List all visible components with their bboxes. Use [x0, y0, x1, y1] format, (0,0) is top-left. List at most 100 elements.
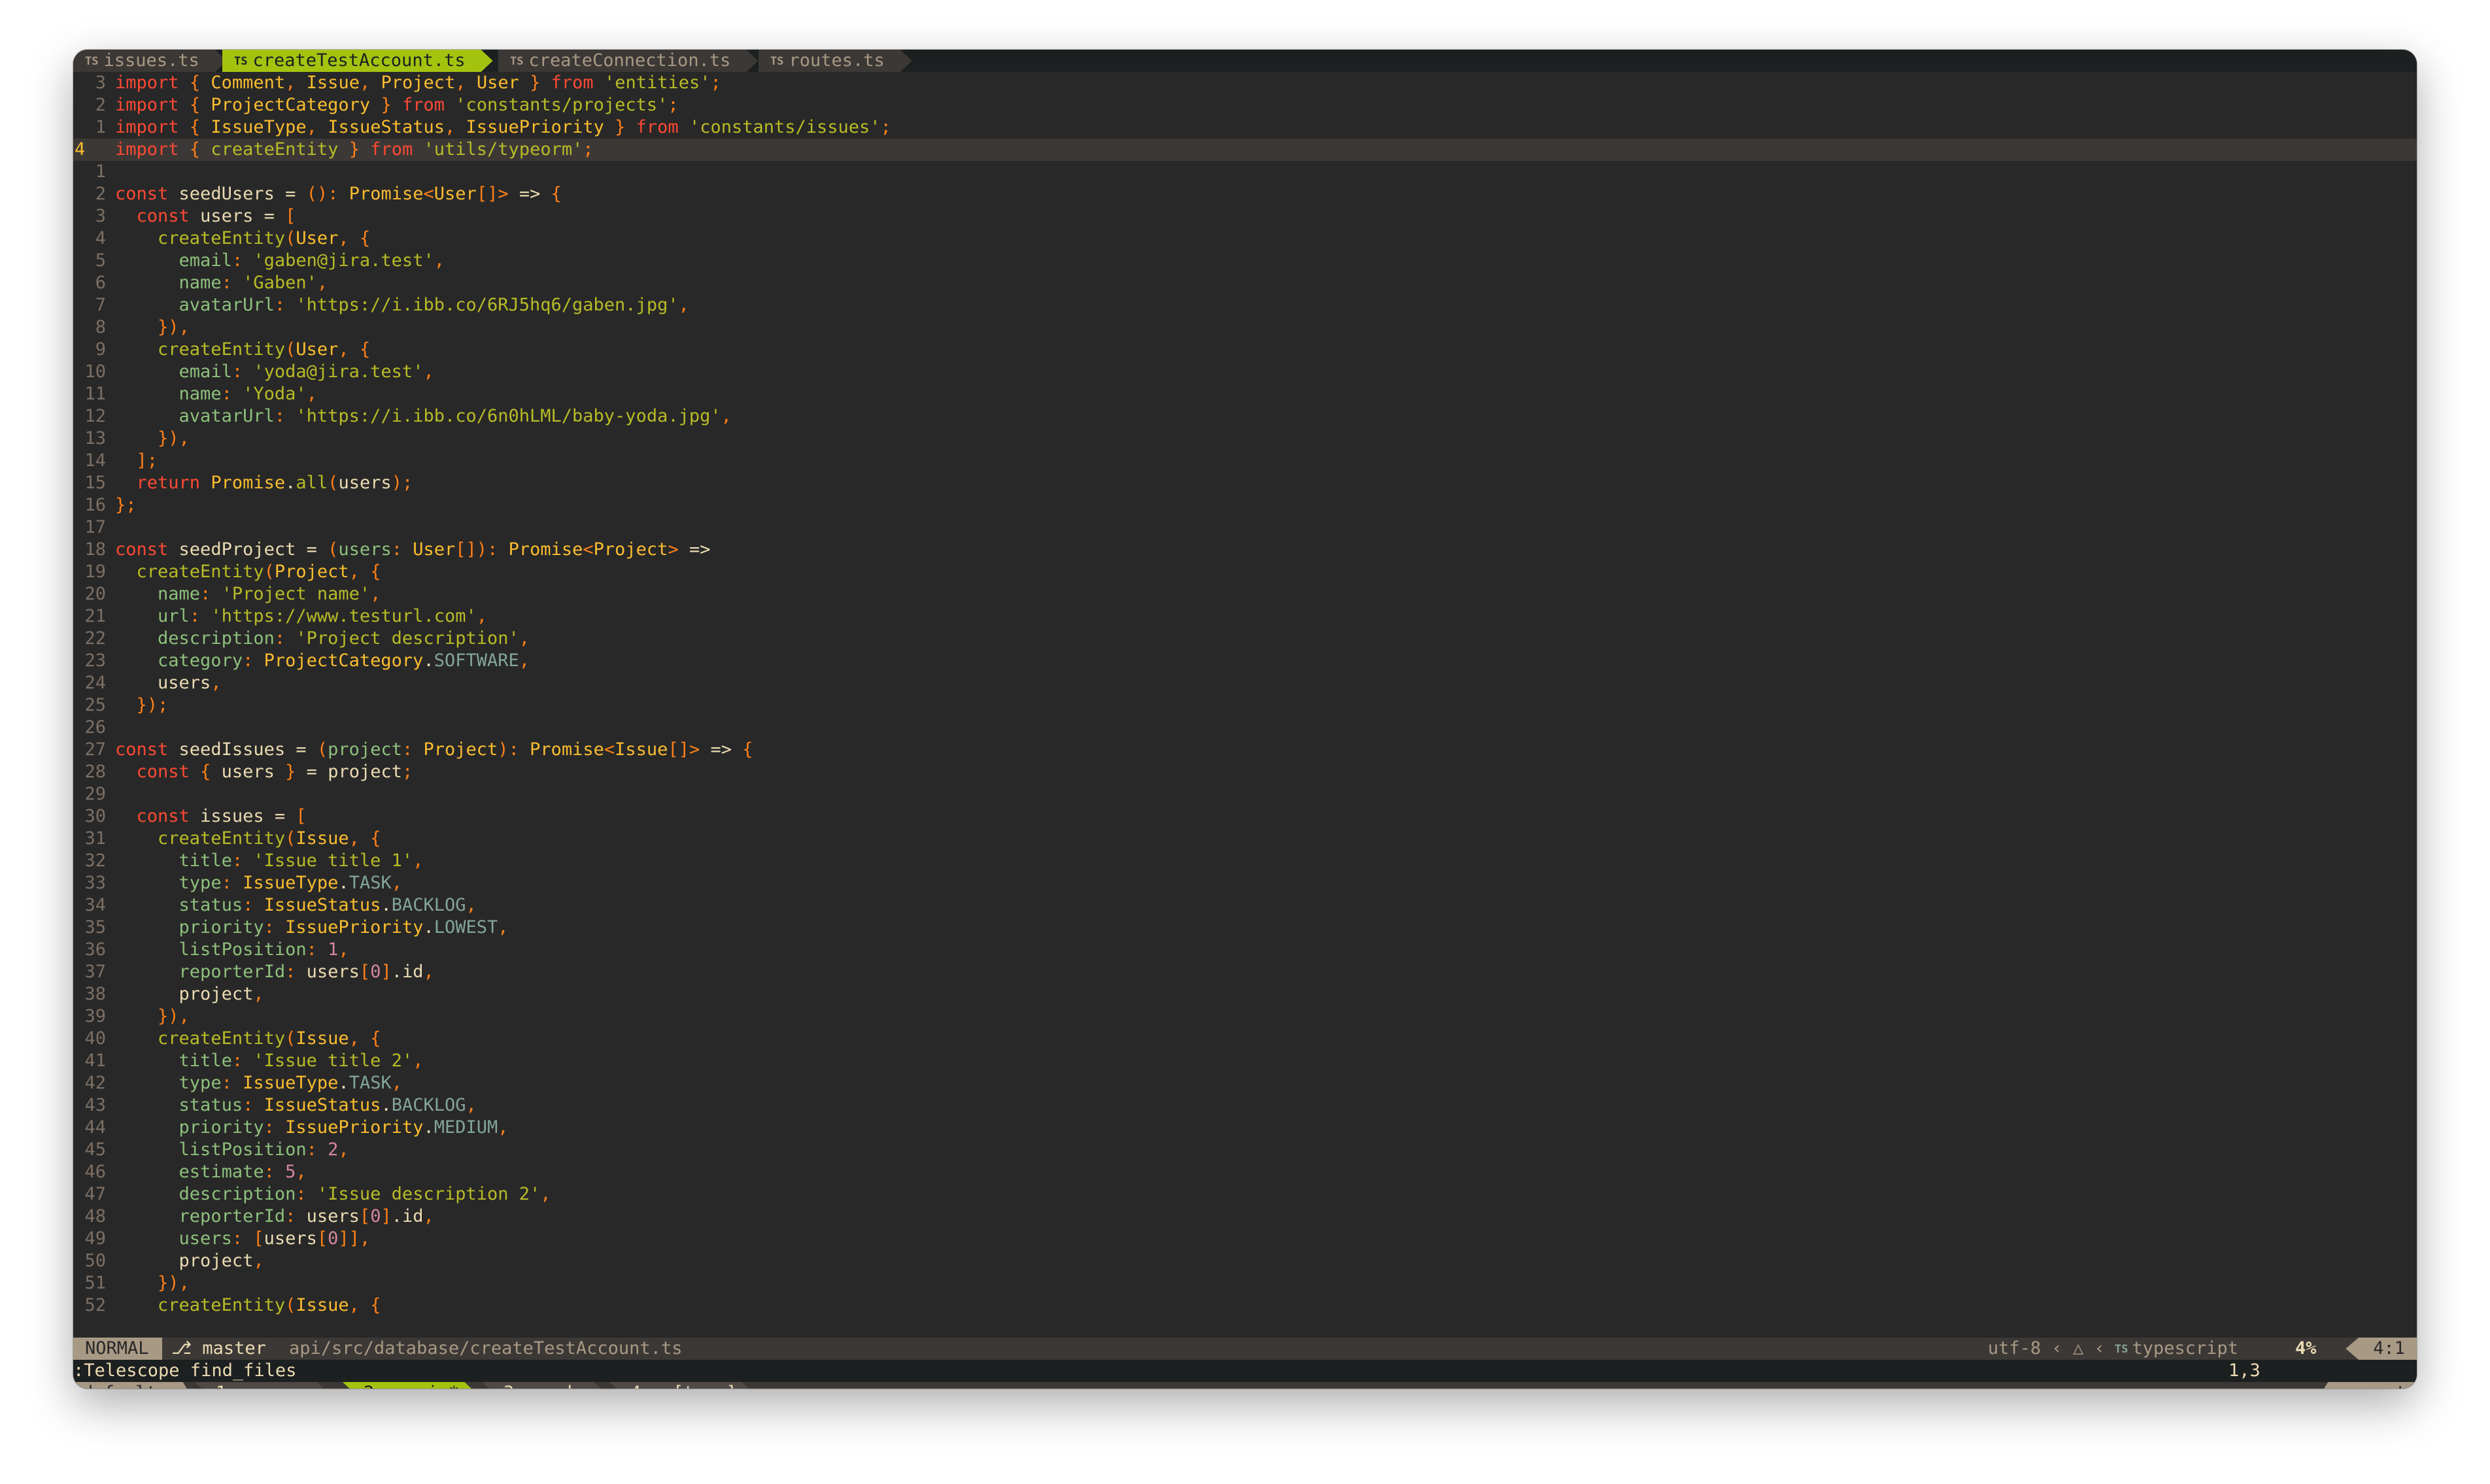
code-line[interactable]: 11 name: 'Yoda', — [73, 383, 2417, 405]
filetype-label: typescript — [2132, 1338, 2239, 1358]
code-line[interactable]: 2 import { ProjectCategory } from 'consta… — [73, 94, 2417, 116]
code-line[interactable]: 37 reporterId: users[0].id, — [73, 961, 2417, 983]
code-line[interactable]: 19 createEntity(Project, { — [73, 561, 2417, 583]
line-text: url: 'https://www.testurl.com', — [158, 606, 487, 626]
line-text: import { IssueType, IssueStatus, IssuePr… — [115, 117, 891, 137]
code-line[interactable]: 3 const users = [ — [73, 205, 2417, 228]
code-line[interactable]: 13 }), — [73, 428, 2417, 450]
tab-issues[interactable]: TS issues.ts — [73, 50, 227, 72]
code-line[interactable]: 33 type: IssueType.TASK, — [73, 872, 2417, 894]
line-number: 15 — [84, 473, 106, 493]
line-number: 24 — [84, 673, 106, 693]
tmux-window-1[interactable]: 1 › procs — [195, 1382, 328, 1389]
code-line[interactable]: 5 email: 'gaben@jira.test', — [73, 250, 2417, 272]
tab-createconnection[interactable]: TS createConnection.ts — [498, 50, 758, 72]
code-line[interactable]: 45 listPosition: 2, — [73, 1139, 2417, 1161]
code-line[interactable]: 24 users, — [73, 672, 2417, 694]
code-line[interactable]: 26 — [73, 717, 2417, 739]
tab-createtestaccount[interactable]: TS createTestAccount.ts — [222, 50, 493, 72]
code-line[interactable]: 28 const { users } = project; — [73, 761, 2417, 783]
filetype-indicator: TS typescript — [2115, 1338, 2238, 1360]
code-line[interactable]: 52 createEntity(Issue, { — [73, 1294, 2417, 1317]
window-index: 4 — [630, 1383, 641, 1389]
line-number: 17 — [84, 517, 106, 537]
code-line[interactable]: 4 createEntity(User, { — [73, 228, 2417, 250]
window-name: procs — [258, 1383, 311, 1389]
code-line[interactable]: 22 description: 'Project description', — [73, 628, 2417, 650]
line-number: 27 — [84, 739, 106, 760]
command-line[interactable]: :Telescope find_files 1,3 — [73, 1360, 2417, 1382]
line-text: createEntity(Issue, { — [158, 1295, 381, 1315]
line-text: description: 'Issue description 2', — [179, 1184, 551, 1204]
code-line[interactable]: 44 priority: IssuePriority.MEDIUM, — [73, 1117, 2417, 1139]
tab-label: createTestAccount.ts — [252, 50, 466, 71]
tmux-window-4[interactable]: 4 › [tmux] — [609, 1382, 754, 1389]
line-text: status: IssueStatus.BACKLOG, — [179, 895, 477, 915]
code-line[interactable]: 20 name: 'Project name', — [73, 583, 2417, 605]
code-line[interactable]: 46 estimate: 5, — [73, 1161, 2417, 1183]
code-line[interactable]: 23 category: ProjectCategory.SOFTWARE, — [73, 650, 2417, 672]
code-line[interactable]: 35 priority: IssuePriority.LOWEST, — [73, 917, 2417, 939]
code-line[interactable]: 29 — [73, 783, 2417, 805]
code-line[interactable]: 14 ]; — [73, 450, 2417, 472]
code-line[interactable]: 25 }); — [73, 694, 2417, 717]
code-line[interactable]: 21 url: 'https://www.testurl.com', — [73, 605, 2417, 628]
code-line[interactable]: 40 createEntity(Issue, { — [73, 1028, 2417, 1050]
tmux-window-3[interactable]: 3 › zsh- — [483, 1382, 605, 1389]
code-line[interactable]: 42 type: IssueType.TASK, — [73, 1072, 2417, 1094]
code-line[interactable]: 39 }), — [73, 1005, 2417, 1028]
code-line-current[interactable]: 4 import { createEntity } from 'utils/typ… — [73, 139, 2417, 161]
code-line[interactable]: 12 avatarUrl: 'https://i.ibb.co/6n0hLML/… — [73, 405, 2417, 428]
code-line[interactable]: 43 status: IssueStatus.BACKLOG, — [73, 1094, 2417, 1117]
tmux-window-2[interactable]: 2 › nvim* — [343, 1382, 476, 1389]
line-text: }), — [158, 1273, 190, 1293]
code-line[interactable]: 36 listPosition: 1, — [73, 939, 2417, 961]
window-name: zsh- — [546, 1383, 588, 1389]
code-line[interactable]: 48 reporterId: users[0].id, — [73, 1206, 2417, 1228]
line-number: 11 — [84, 384, 106, 404]
code-line[interactable]: 2 const seedUsers = (): Promise<User[]> =… — [73, 183, 2417, 205]
code-line[interactable]: 32 title: 'Issue title 1', — [73, 850, 2417, 872]
code-line[interactable]: 51 }), — [73, 1272, 2417, 1294]
line-text: }), — [158, 428, 190, 448]
code-line[interactable]: 6 name: 'Gaben', — [73, 272, 2417, 294]
code-line[interactable]: 30 const issues = [ — [73, 805, 2417, 828]
code-line[interactable]: 10 email: 'yoda@jira.test', — [73, 361, 2417, 383]
line-text: return Promise.all(users); — [136, 473, 413, 493]
tmux-statusbar: default 1 › procs 2 › nvim* 3 › zsh- 4 ›… — [73, 1382, 2417, 1389]
code-line[interactable]: 18 const seedProject = (users: User[]): P… — [73, 539, 2417, 561]
code-line[interactable]: 1 import { IssueType, IssueStatus, IssueP… — [73, 116, 2417, 139]
code-line[interactable]: 1 — [73, 161, 2417, 183]
code-line[interactable]: 41 title: 'Issue title 2', — [73, 1050, 2417, 1072]
code-line[interactable]: 38 project, — [73, 983, 2417, 1005]
code-line[interactable]: 17 — [73, 516, 2417, 539]
code-line[interactable]: 49 users: [users[0]], — [73, 1228, 2417, 1250]
line-number: 40 — [84, 1028, 106, 1049]
code-line[interactable]: 8 }), — [73, 316, 2417, 339]
code-line[interactable]: 7 avatarUrl: 'https://i.ibb.co/6RJ5hq6/g… — [73, 294, 2417, 316]
code-line[interactable]: 3 import { Comment, Issue, Project, User … — [73, 72, 2417, 94]
tab-routes[interactable]: TS routes.ts — [759, 50, 912, 72]
code-line[interactable]: 16}; — [73, 494, 2417, 516]
code-line[interactable]: 31 createEntity(Issue, { — [73, 828, 2417, 850]
cursor-position: 4:1 — [2345, 1338, 2417, 1360]
code-line[interactable]: 47 description: 'Issue description 2', — [73, 1183, 2417, 1206]
line-text: createEntity(Issue, { — [158, 1028, 381, 1049]
line-number: 39 — [84, 1006, 106, 1026]
code-line[interactable]: 15 return Promise.all(users); — [73, 472, 2417, 494]
line-text: avatarUrl: 'https://i.ibb.co/6n0hLML/bab… — [179, 406, 732, 426]
code-line[interactable]: 9 createEntity(User, { — [73, 339, 2417, 361]
line-number: 2 — [95, 184, 106, 204]
code-line[interactable]: 27 const seedIssues = (project: Project):… — [73, 739, 2417, 761]
line-text: priority: IssuePriority.MEDIUM, — [179, 1117, 509, 1138]
line-number: 14 — [84, 450, 106, 471]
line-text: description: 'Project description', — [158, 628, 530, 649]
code-line[interactable]: 50 project, — [73, 1250, 2417, 1272]
typescript-icon: TS — [85, 55, 99, 68]
code-line[interactable]: 34 status: IssueStatus.BACKLOG, — [73, 894, 2417, 917]
line-number: 9 — [95, 339, 106, 360]
code-editor[interactable]: 3 import { Comment, Issue, Project, User … — [73, 72, 2417, 1338]
line-text: name: 'Gaben', — [179, 273, 328, 293]
line-number: 43 — [84, 1095, 106, 1115]
line-number: 33 — [84, 873, 106, 893]
